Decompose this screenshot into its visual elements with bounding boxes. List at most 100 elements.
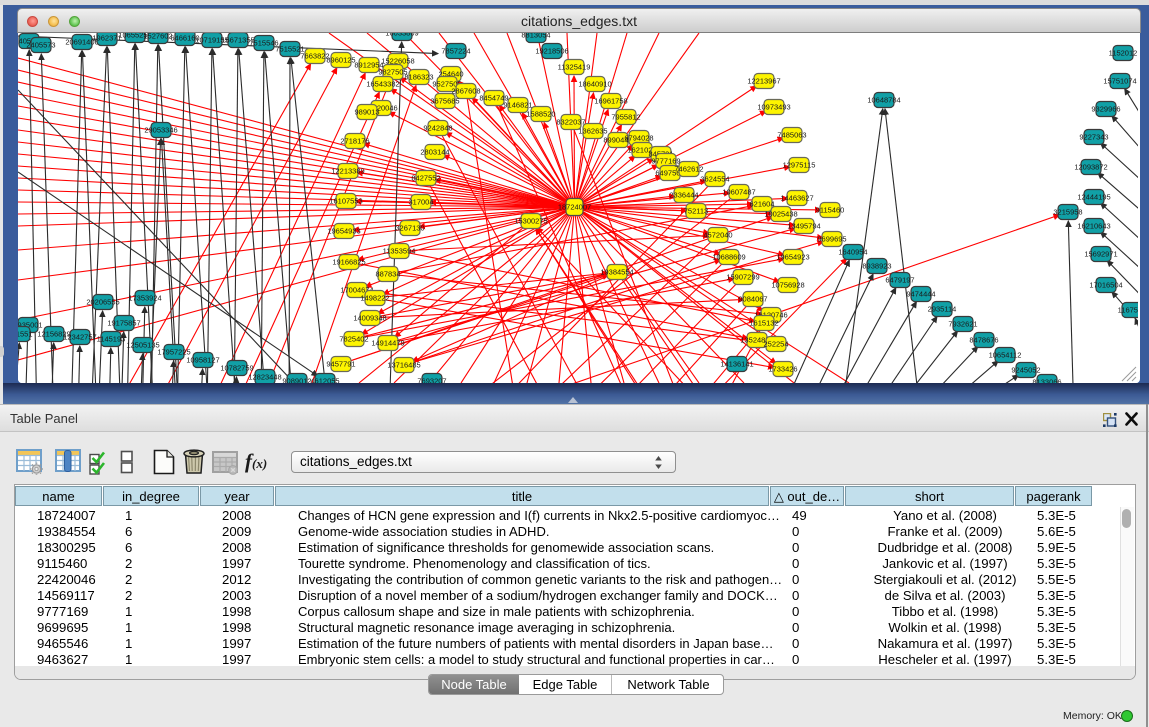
svg-text:8427552: 8427552 xyxy=(411,174,440,183)
svg-text:8133066: 8133066 xyxy=(1032,378,1061,384)
svg-text:10688609: 10688609 xyxy=(712,253,745,262)
svg-text:13716485: 13716485 xyxy=(387,361,420,370)
svg-text:16107553: 16107553 xyxy=(329,197,362,206)
svg-text:4612055: 4612055 xyxy=(310,377,339,384)
svg-text:12975115: 12975115 xyxy=(783,161,816,170)
svg-text:19654923: 19654923 xyxy=(776,253,809,262)
svg-text:252254: 252254 xyxy=(763,340,788,349)
svg-text:391551: 391551 xyxy=(18,330,33,339)
svg-text:2867608: 2867608 xyxy=(451,87,480,96)
svg-text:7932621: 7932621 xyxy=(948,320,977,329)
svg-text:10958127: 10958127 xyxy=(186,356,219,365)
svg-text:1615132: 1615132 xyxy=(749,319,778,328)
svg-text:9146821: 9146821 xyxy=(503,101,532,110)
svg-text:10756928: 10756928 xyxy=(771,281,804,290)
svg-text:1733426: 1733426 xyxy=(768,365,797,374)
svg-text:1640954: 1640954 xyxy=(838,248,867,257)
svg-text:1498222: 1498222 xyxy=(360,294,389,303)
svg-text:1145193: 1145193 xyxy=(97,335,126,344)
svg-text:2803144: 2803144 xyxy=(420,148,449,157)
svg-text:8938923: 8938923 xyxy=(862,262,891,271)
svg-text:2718176: 2718176 xyxy=(340,137,369,146)
svg-text:10782759: 10782759 xyxy=(220,364,253,373)
svg-text:1527602: 1527602 xyxy=(143,33,172,41)
svg-text:19218506: 19218506 xyxy=(535,47,568,56)
svg-text:6479197: 6479197 xyxy=(885,276,914,285)
svg-text:9242848: 9242848 xyxy=(423,124,452,133)
svg-text:15300275: 15300275 xyxy=(514,217,547,226)
svg-text:1167533: 1167533 xyxy=(1118,306,1138,315)
svg-text:18640910: 18640910 xyxy=(578,80,611,89)
svg-text:9474444: 9474444 xyxy=(906,290,935,299)
svg-text:16033809: 16033809 xyxy=(385,33,418,38)
svg-text:9699695: 9699695 xyxy=(817,235,846,244)
svg-text:19166825: 19166825 xyxy=(332,258,365,267)
svg-text:19175857: 19175857 xyxy=(107,319,140,328)
svg-text:18724007: 18724007 xyxy=(558,203,591,212)
svg-text:12505135: 12505135 xyxy=(126,341,159,350)
svg-text:7515546: 7515546 xyxy=(249,39,278,48)
svg-text:989013: 989013 xyxy=(354,108,379,117)
svg-text:7955812: 7955812 xyxy=(611,113,640,122)
svg-text:6794028: 6794028 xyxy=(624,134,653,143)
svg-text:14009348: 14009348 xyxy=(353,314,386,323)
svg-text:7825402: 7825402 xyxy=(339,335,368,344)
svg-text:15907299: 15907299 xyxy=(726,273,759,282)
svg-text:20206555: 20206555 xyxy=(86,298,119,307)
svg-text:14136141: 14136141 xyxy=(720,360,753,369)
svg-text:4572040: 4572040 xyxy=(703,231,732,240)
svg-text:7693207: 7693207 xyxy=(417,377,446,384)
svg-text:10648784: 10648784 xyxy=(867,96,900,105)
svg-text:752113: 752113 xyxy=(684,207,708,216)
svg-text:12213389: 12213389 xyxy=(331,167,364,176)
svg-text:3675685: 3675685 xyxy=(430,97,459,106)
svg-text:10654112: 10654112 xyxy=(989,351,1022,360)
svg-text:887834: 887834 xyxy=(375,270,400,279)
svg-text:9827505: 9827505 xyxy=(378,68,407,77)
svg-text:10607487: 10607487 xyxy=(722,188,755,197)
svg-text:8322037: 8322037 xyxy=(556,118,585,127)
svg-text:9089012: 9089012 xyxy=(282,377,311,384)
svg-text:12093872: 12093872 xyxy=(1074,163,1107,172)
svg-text:7663822: 7663822 xyxy=(300,52,329,61)
svg-text:8960125: 8960125 xyxy=(326,56,355,65)
svg-text:9457791: 9457791 xyxy=(326,360,355,369)
svg-text:12444195: 12444195 xyxy=(1077,193,1110,202)
svg-text:15692971: 15692971 xyxy=(1084,250,1117,259)
svg-text:19654933: 19654933 xyxy=(327,227,360,236)
svg-text:2405573: 2405573 xyxy=(26,41,55,50)
svg-text:1152012: 1152012 xyxy=(1109,49,1138,58)
svg-text:3215958: 3215958 xyxy=(1053,208,1082,217)
svg-text:7485063: 7485063 xyxy=(777,131,806,140)
svg-text:9245052: 9245052 xyxy=(1011,366,1040,375)
svg-text:3624554: 3624554 xyxy=(700,175,729,184)
svg-text:317004: 317004 xyxy=(408,198,433,207)
svg-text:7857224: 7857224 xyxy=(441,47,470,56)
svg-text:16961758: 16961758 xyxy=(594,97,627,106)
svg-text:8186323: 8186323 xyxy=(404,73,433,82)
svg-text:14914479: 14914479 xyxy=(371,339,404,348)
svg-text:7462612: 7462612 xyxy=(674,165,703,174)
svg-text:16543382: 16543382 xyxy=(366,80,399,89)
svg-text:17353924: 17353924 xyxy=(128,294,161,303)
svg-text:9115460: 9115460 xyxy=(816,206,845,215)
svg-text:9227343: 9227343 xyxy=(1079,133,1108,142)
svg-text:8478676: 8478676 xyxy=(969,336,998,345)
svg-text:14463627: 14463627 xyxy=(780,194,813,203)
svg-text:11325419: 11325419 xyxy=(558,63,591,72)
svg-text:2336444: 2336444 xyxy=(669,191,698,200)
svg-text:9084067: 9084067 xyxy=(738,295,767,304)
svg-text:17016504: 17016504 xyxy=(1089,281,1122,290)
svg-text:1588520: 1588520 xyxy=(526,110,555,119)
svg-text:2935114: 2935114 xyxy=(928,305,957,314)
svg-text:12213967: 12213967 xyxy=(747,77,780,86)
svg-text:1362635: 1362635 xyxy=(578,127,607,136)
svg-text:13495794: 13495794 xyxy=(787,222,820,231)
svg-text:12823448: 12823448 xyxy=(248,373,281,382)
svg-text:621604: 621604 xyxy=(749,200,774,209)
svg-text:29053346: 29053346 xyxy=(144,126,177,135)
svg-text:12342757: 12342757 xyxy=(63,333,96,342)
svg-text:16210643: 16210643 xyxy=(1077,222,1110,231)
svg-text:19384554: 19384554 xyxy=(600,268,633,277)
svg-text:10973493: 10973493 xyxy=(757,103,790,112)
